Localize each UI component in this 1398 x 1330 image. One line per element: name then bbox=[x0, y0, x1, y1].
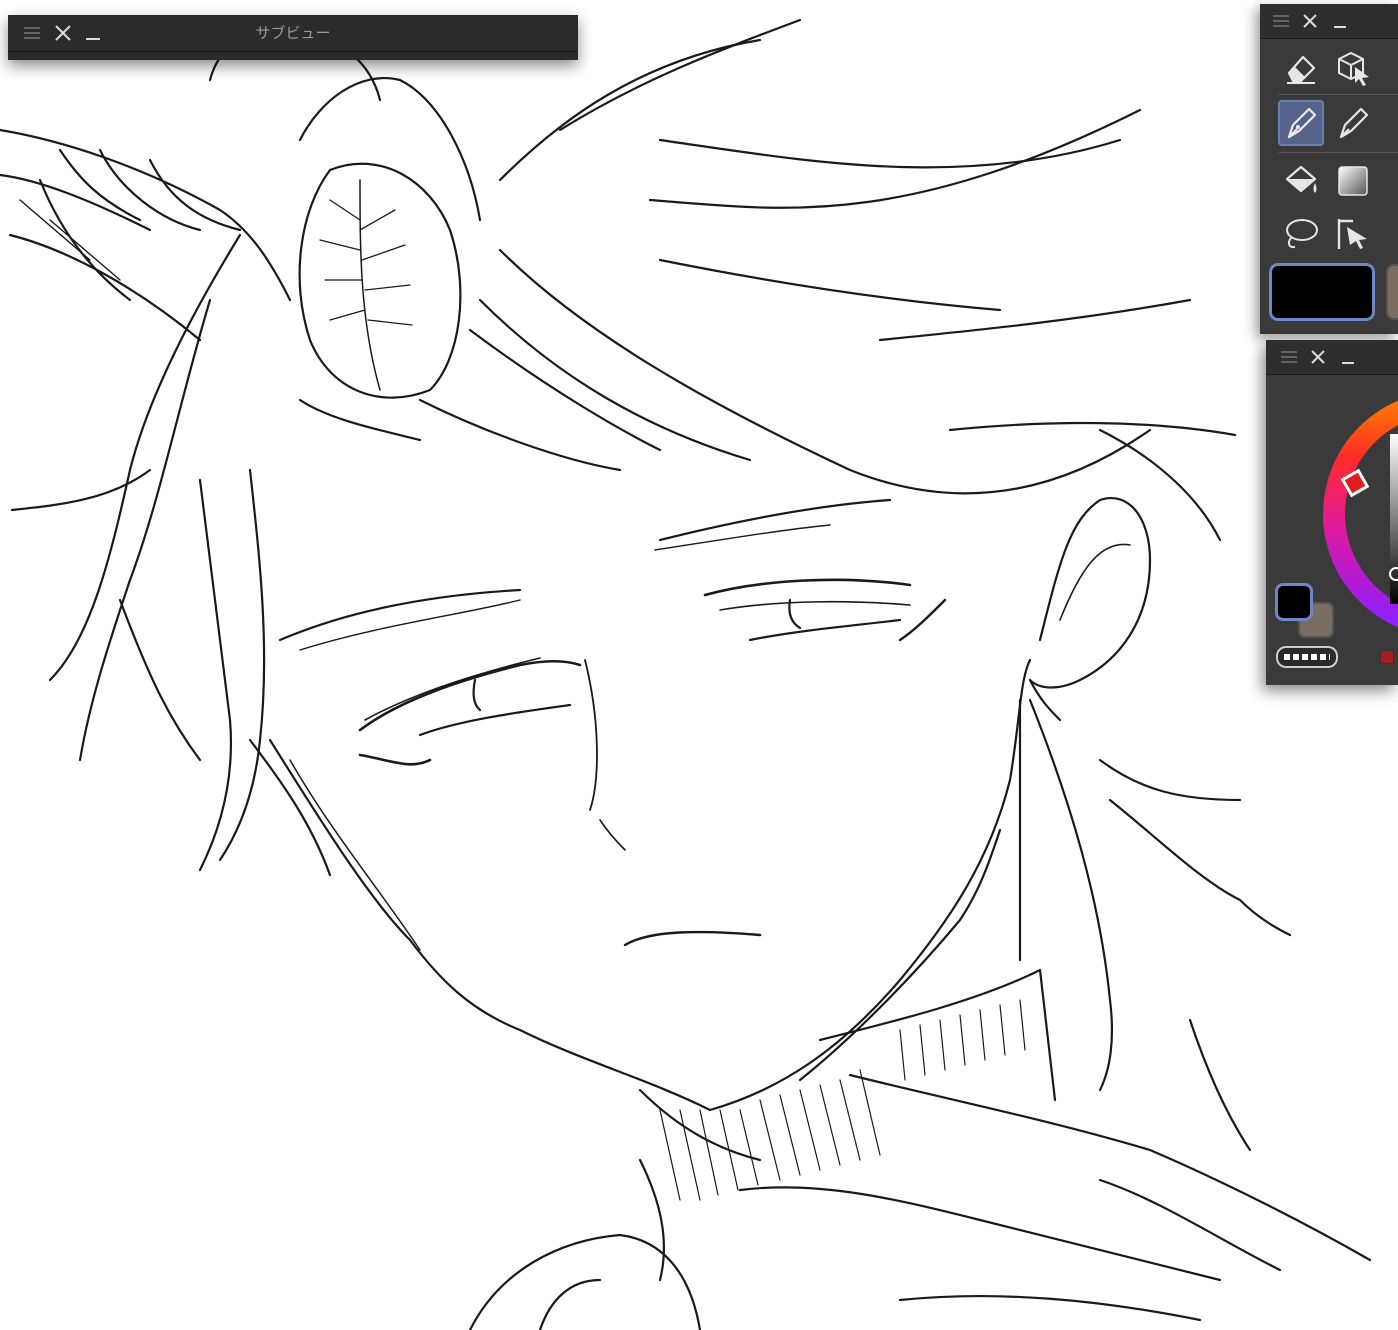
close-icon[interactable] bbox=[1300, 11, 1320, 31]
tool-palette-titlebar[interactable] bbox=[1260, 4, 1398, 39]
drawing-canvas[interactable] bbox=[0, 0, 1398, 1330]
eraser-icon[interactable] bbox=[1278, 44, 1324, 90]
figure-icon[interactable] bbox=[1382, 158, 1398, 204]
pencil-icon[interactable] bbox=[1330, 100, 1376, 146]
main-color-swatch[interactable] bbox=[1278, 586, 1310, 618]
subview-titlebar[interactable]: サブビュー bbox=[8, 15, 578, 52]
operation-icon[interactable] bbox=[1330, 210, 1376, 256]
color-wheel-panel bbox=[1266, 340, 1398, 685]
menu-icon[interactable] bbox=[22, 23, 42, 43]
minimize-icon[interactable] bbox=[1338, 347, 1358, 367]
color-panel-titlebar[interactable] bbox=[1266, 340, 1398, 375]
tool-palette bbox=[1260, 4, 1398, 334]
transparent-color-toggle[interactable] bbox=[1278, 648, 1336, 666]
sketch-artwork bbox=[0, 18, 1372, 1330]
minimize-icon[interactable] bbox=[1330, 11, 1350, 31]
brush-icon[interactable] bbox=[1382, 100, 1398, 146]
gradient-icon[interactable] bbox=[1330, 158, 1376, 204]
close-icon[interactable] bbox=[1308, 347, 1328, 367]
object-select-icon[interactable] bbox=[1330, 44, 1376, 90]
menu-icon[interactable] bbox=[1280, 348, 1298, 366]
menu-icon[interactable] bbox=[1272, 12, 1290, 30]
secondary-color-swatch[interactable] bbox=[1388, 266, 1398, 318]
move-icon[interactable] bbox=[1382, 44, 1398, 90]
lasso-icon[interactable] bbox=[1278, 210, 1324, 256]
pen-icon[interactable] bbox=[1278, 100, 1324, 146]
active-color-swatch[interactable] bbox=[1272, 266, 1372, 318]
tool-separator bbox=[1278, 152, 1398, 153]
fill-icon[interactable] bbox=[1278, 158, 1324, 204]
red-indicator-icon bbox=[1380, 650, 1394, 664]
tool-separator bbox=[1278, 94, 1398, 95]
close-icon[interactable] bbox=[52, 22, 74, 44]
subview-panel: サブビュー bbox=[8, 15, 578, 60]
hue-ring[interactable] bbox=[1266, 374, 1398, 685]
minimize-icon[interactable] bbox=[82, 22, 104, 44]
